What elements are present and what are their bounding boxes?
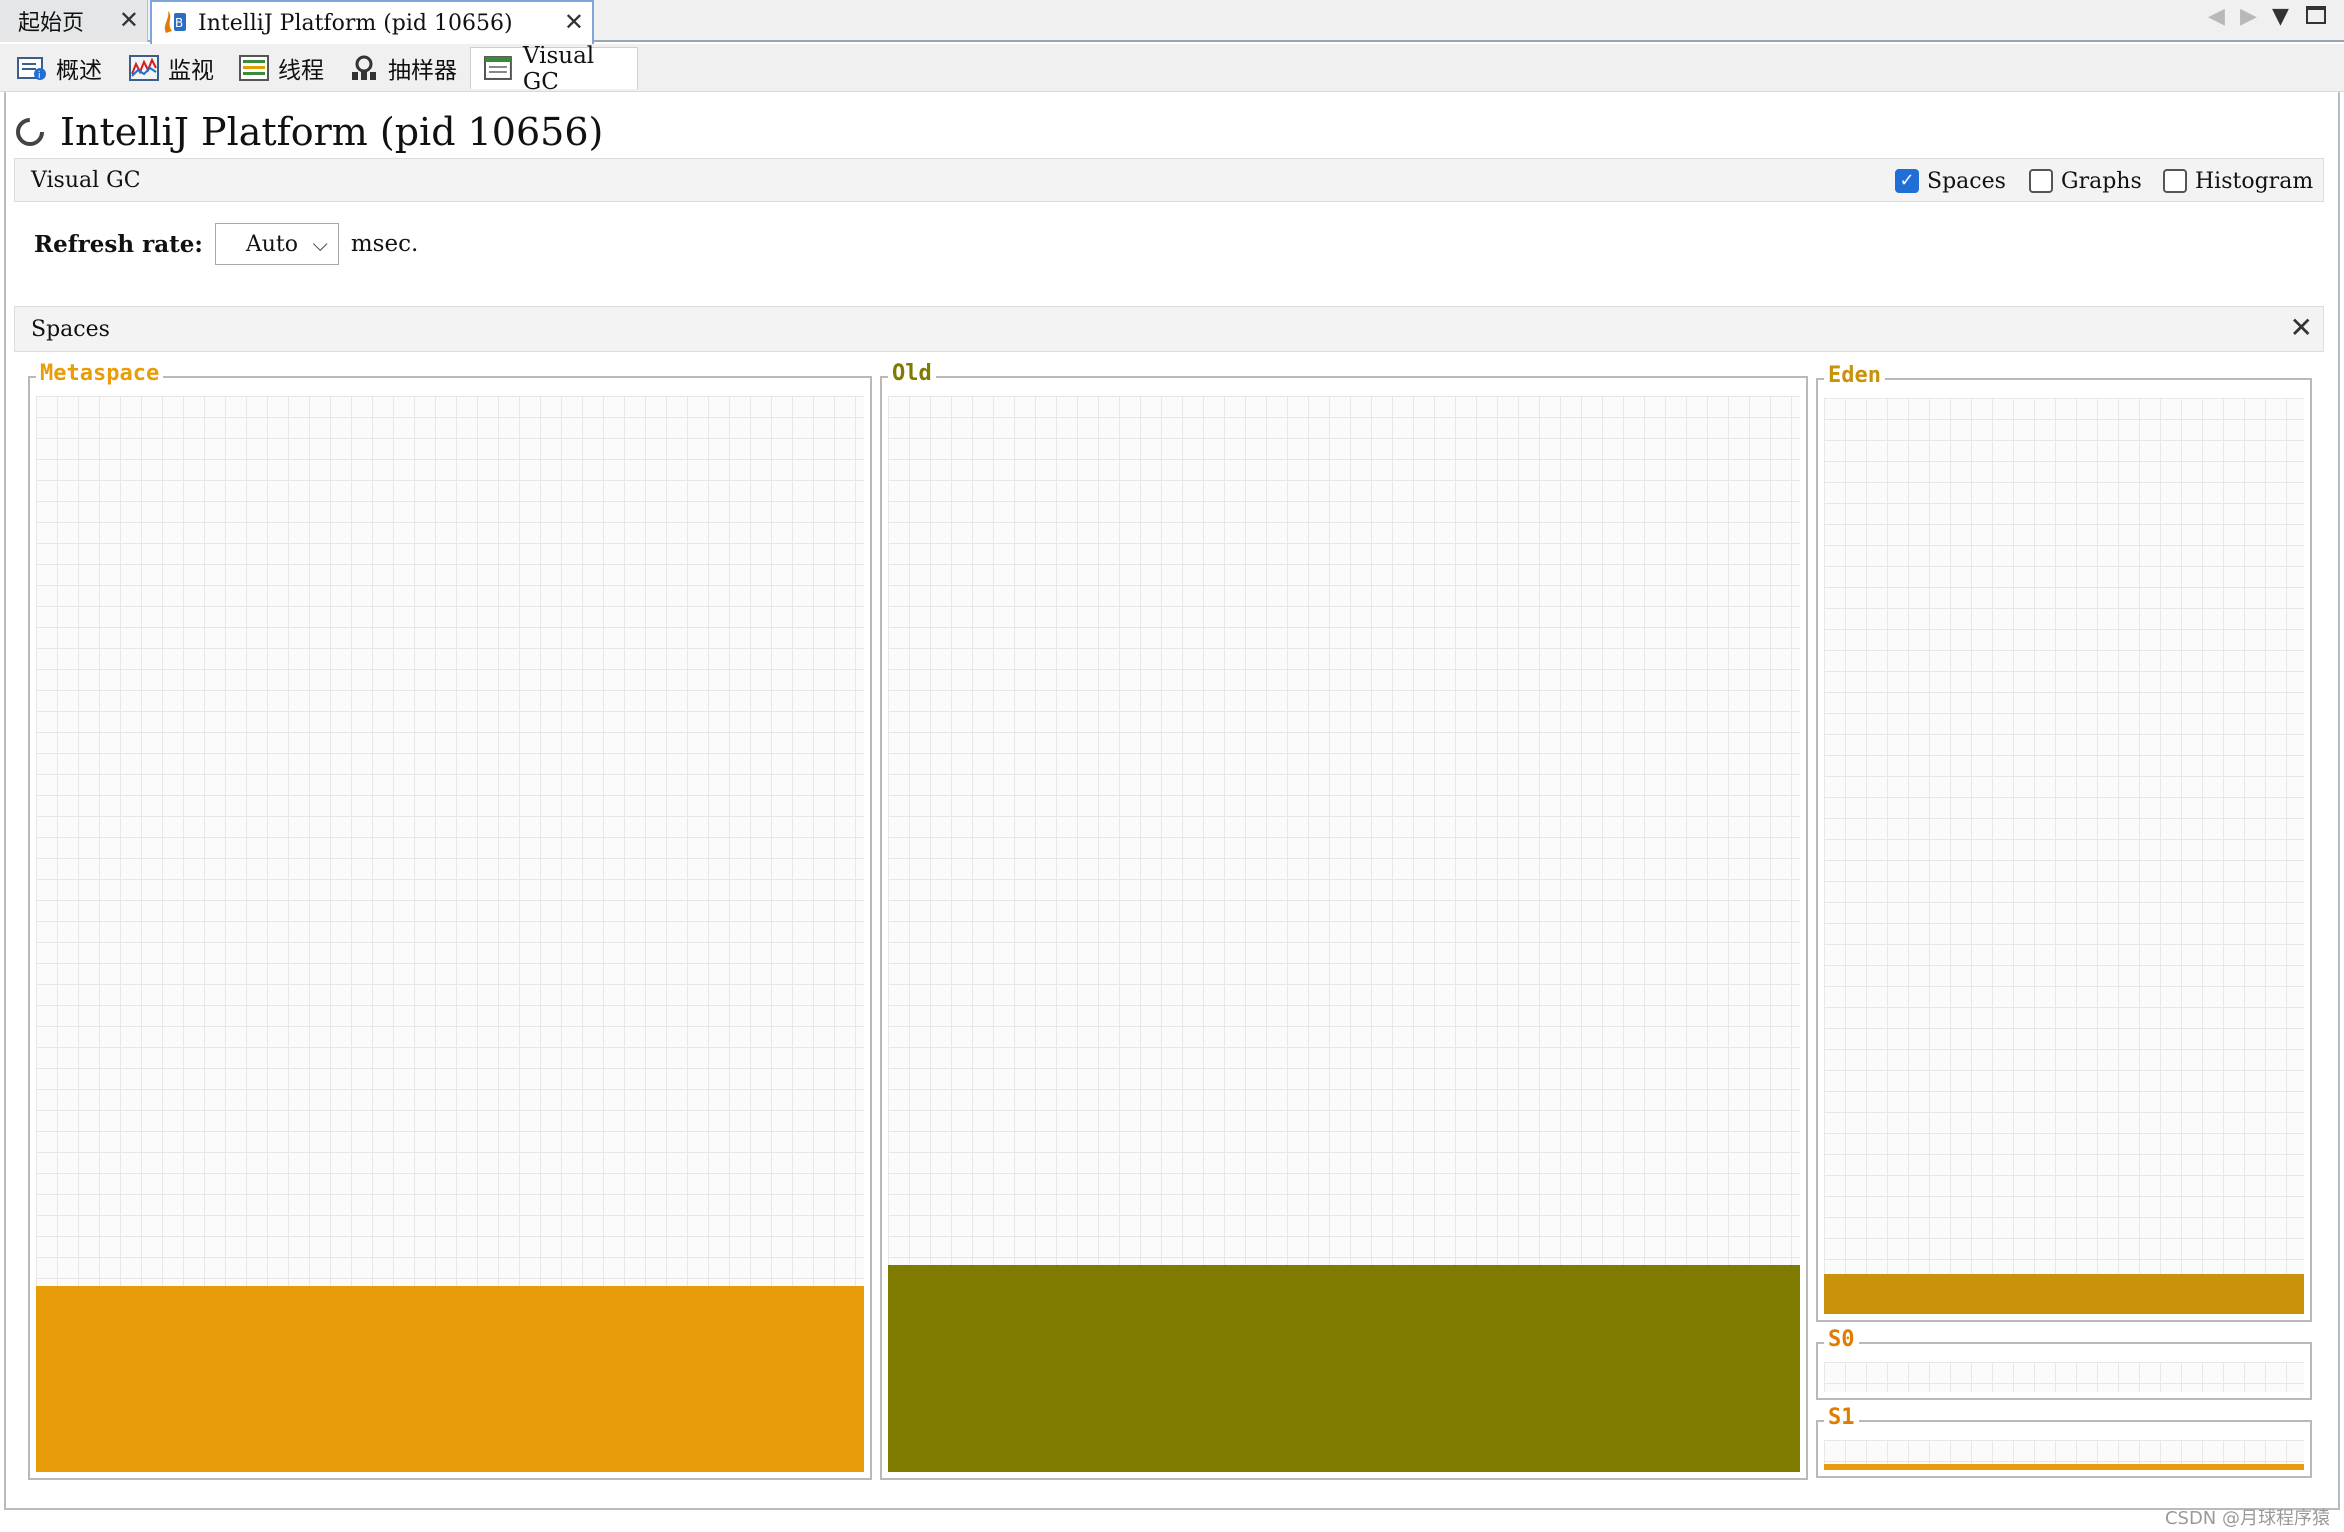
loading-spinner-icon [16,118,44,146]
svg-text:i: i [38,71,41,81]
tab-overview[interactable]: i 概述 [4,47,110,89]
refresh-rate-label: Refresh rate: [34,230,203,258]
metaspace-fill [36,1286,864,1472]
tab-label: 抽样器 [388,58,457,84]
tab-sampler[interactable]: 抽样器 [336,47,466,89]
eden-fill [1824,1274,2304,1314]
page-title-pid: (pid 10656) [379,110,604,154]
visual-gc-label: Visual GC [31,168,141,193]
s1-panel: S1 [1816,1405,2312,1478]
old-panel: Old [880,361,1808,1480]
spaces-checkbox-label: Spaces [1927,168,2006,194]
tab-visual-gc[interactable]: Visual GC [470,43,638,95]
metaspace-usage-area [36,396,864,1472]
threads-icon [239,55,269,81]
scroll-left-icon[interactable]: ◀ [2208,4,2225,29]
tab-intellij-platform[interactable]: B IntelliJ Platform (pid 10656) ✕ [150,0,594,44]
histogram-checkbox[interactable]: Histogram [2163,167,2313,195]
visual-gc-header: Visual GC ✓ Spaces Graphs Histogram [14,158,2324,202]
tab-label: IntelliJ Platform (pid 10656) [198,10,513,36]
java-app-icon: B [164,11,186,33]
metaspace-title: Metaspace [36,361,164,386]
page-title-row: IntelliJ Platform (pid 10656) [14,104,603,160]
page-title-app: IntelliJ Platform [60,110,368,154]
page-title: IntelliJ Platform (pid 10656) [60,110,603,154]
old-fill [888,1265,1800,1472]
tab-label: Visual GC [522,42,595,95]
tab-label: 起始页 [18,11,85,36]
visual-gc-icon [483,55,512,80]
spaces-checkbox[interactable]: ✓ Spaces [1895,167,2006,195]
refresh-rate-value: Auto [245,231,298,257]
metaspace-panel: Metaspace [28,361,872,1480]
eden-usage-area [1824,398,2304,1314]
checkbox-unchecked[interactable] [2163,169,2187,193]
refresh-rate-select[interactable]: Auto ⌵ [214,223,339,265]
refresh-rate-unit: msec. [350,231,419,257]
close-icon[interactable]: ✕ [564,8,584,36]
s1-usage-area [1824,1440,2304,1470]
document-tab-strip: 起始页 ✕ B IntelliJ Platform (pid 10656) ✕ … [0,0,2344,44]
tab-start-page[interactable]: 起始页 ✕ [0,0,148,42]
tab-label: 监视 [168,58,214,84]
tab-threads[interactable]: 线程 [226,47,332,89]
view-tab-strip: i 概述 监视 线程 抽样器 Visual GC [0,43,2344,95]
graphs-checkbox[interactable]: Graphs [2029,167,2142,195]
checkbox-unchecked[interactable] [2029,169,2053,193]
s0-panel: S0 [1816,1327,2312,1400]
s1-title: S1 [1824,1405,1859,1430]
dropdown-icon[interactable]: ▼ [2272,4,2289,29]
old-usage-area [888,396,1800,1472]
tab-monitor[interactable]: 监视 [116,47,222,89]
tab-label: 线程 [278,58,324,84]
eden-panel: Eden [1816,363,2312,1322]
refresh-rate-row: Refresh rate: Auto ⌵ msec. [34,222,418,266]
overview-icon: i [17,57,46,81]
tab-label: 概述 [56,58,102,84]
eden-title: Eden [1824,363,1885,388]
old-title: Old [888,361,936,386]
sampler-icon [352,55,376,80]
monitor-icon [129,55,159,81]
spaces-label: Spaces [31,317,110,342]
checkbox-checked[interactable]: ✓ [1895,169,1919,193]
chevron-down-icon: ⌵ [312,232,328,256]
s1-fill [1824,1464,2304,1470]
scroll-right-icon[interactable]: ▶ [2240,4,2257,29]
s0-title: S0 [1824,1327,1859,1352]
svg-text:B: B [175,16,183,30]
watermark: CSDN @月球程序猿 [2164,1508,2330,1529]
s0-usage-area [1824,1362,2304,1392]
spaces-header: Spaces ✕ [14,306,2324,352]
maximize-icon[interactable] [2306,6,2326,24]
close-icon[interactable]: ✕ [2290,311,2313,344]
histogram-checkbox-label: Histogram [2195,168,2314,194]
graphs-checkbox-label: Graphs [2061,168,2142,194]
close-icon[interactable]: ✕ [119,6,139,34]
